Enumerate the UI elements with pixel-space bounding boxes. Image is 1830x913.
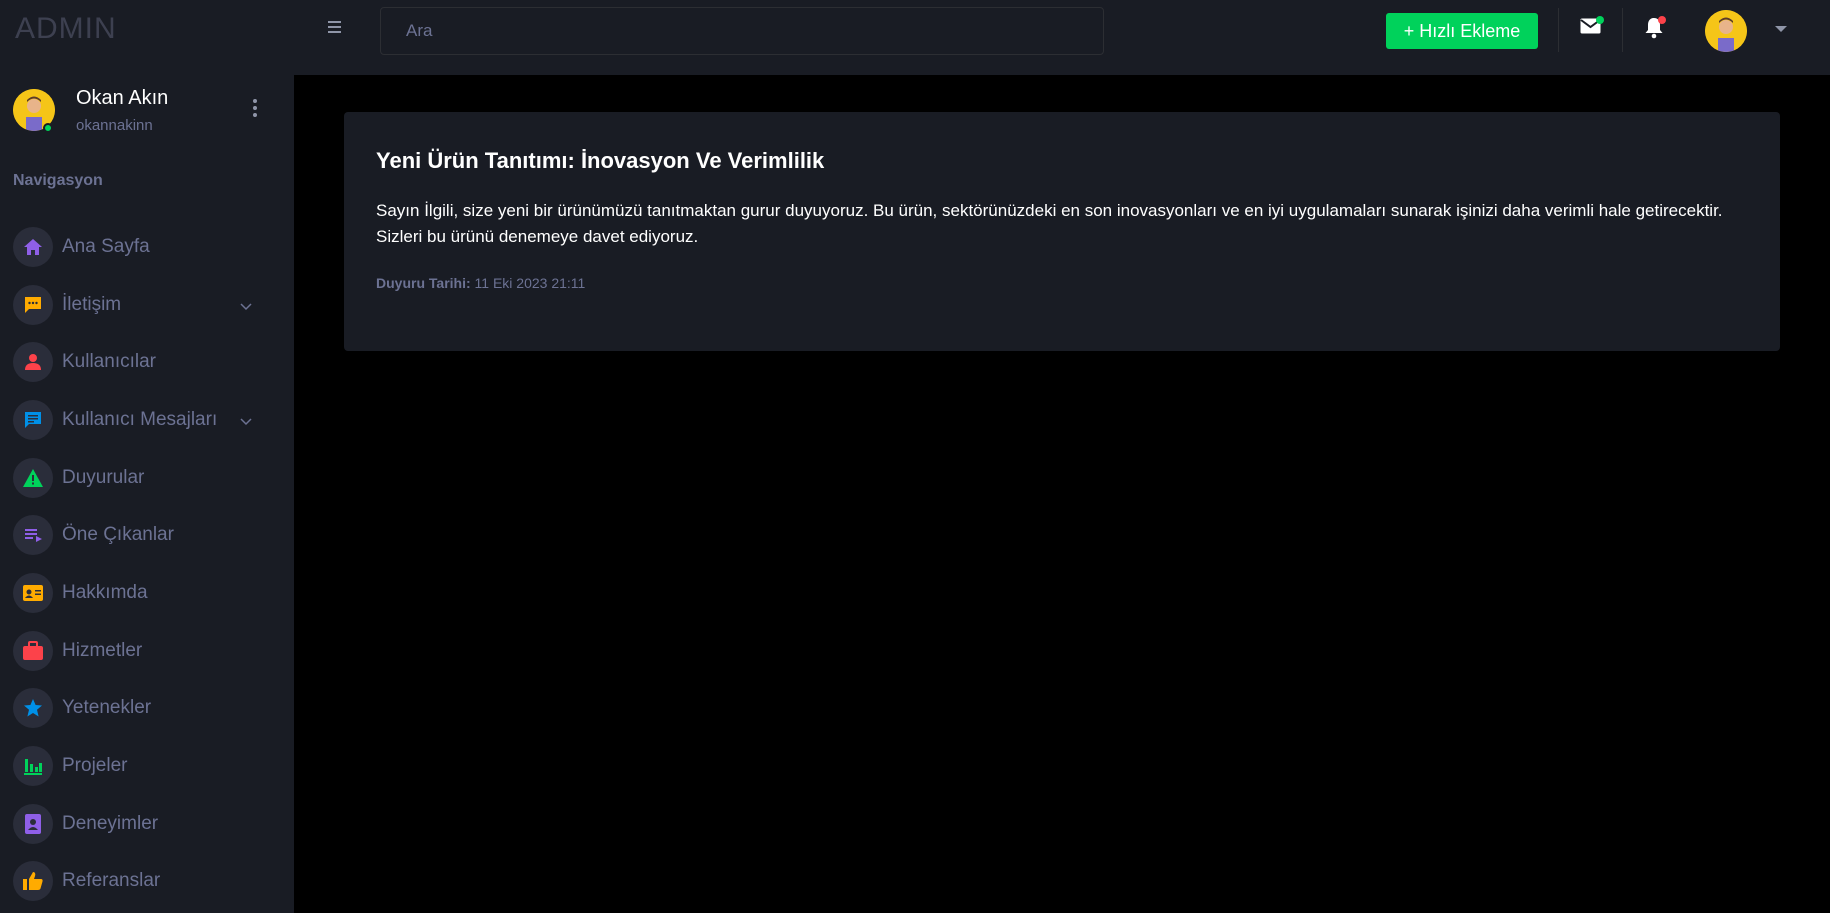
profile-name: Okan Akın xyxy=(76,87,169,109)
header-avatar[interactable] xyxy=(1705,10,1747,52)
bar-chart-icon xyxy=(13,746,53,787)
sidebar-item-duyurular[interactable]: Duyurular xyxy=(0,449,294,507)
sidebar-item-label: Hakkımda xyxy=(62,581,148,603)
divider xyxy=(1622,8,1623,52)
sidebar-item-label: Hizmetler xyxy=(62,639,143,661)
sidebar-item-hakkimda[interactable]: Hakkımda xyxy=(0,564,294,622)
id-card-icon xyxy=(13,572,53,613)
alert-icon xyxy=(13,457,53,498)
user-icon xyxy=(13,342,53,383)
message-icon xyxy=(13,399,53,440)
sidebar-item-label: Kullanıcı Mesajları xyxy=(62,408,218,430)
menu-toggle-icon[interactable] xyxy=(328,18,346,36)
sidebar-item-referanslar[interactable]: Referanslar xyxy=(0,853,294,911)
top-navbar: ADMIN + Hızlı Ekleme xyxy=(0,0,1830,75)
sidebar-item-label: Yetenekler xyxy=(62,697,152,719)
home-icon xyxy=(13,226,53,267)
announcement-date-value: 11 Eki 2023 21:11 xyxy=(474,275,586,291)
sidebar-item-projeler[interactable]: Projeler xyxy=(0,737,294,795)
sidebar-item-label: Referanslar xyxy=(62,870,161,892)
nav-section-title: Navigasyon xyxy=(13,172,103,189)
sidebar-item-deneyimler[interactable]: Deneyimler xyxy=(0,795,294,853)
mail-icon[interactable] xyxy=(1580,16,1604,39)
chat-icon xyxy=(13,284,53,325)
playlist-icon xyxy=(13,515,53,556)
sidebar-item-kullanici-mesajlari[interactable]: Kullanıcı Mesajları xyxy=(0,391,294,449)
contact-book-icon xyxy=(13,803,53,844)
sidebar-item-label: Duyurular xyxy=(62,466,145,488)
sidebar-item-iletisim[interactable]: İletişim xyxy=(0,276,294,334)
notification-dot xyxy=(1658,16,1666,24)
sidebar-item-label: Deneyimler xyxy=(62,812,159,834)
sidebar-item-label: Öne Çıkanlar xyxy=(62,524,174,546)
announcement-date: Duyuru Tarihi: 11 Eki 2023 21:11 xyxy=(376,275,585,291)
sidebar-item-label: Kullanıcılar xyxy=(62,351,156,373)
divider xyxy=(1558,8,1559,52)
sidebar-item-yetenekler[interactable]: Yetenekler xyxy=(0,680,294,738)
sidebar: Okan Akın okannakinn Navigasyon Ana Sayf… xyxy=(0,75,294,913)
chevron-down-icon[interactable] xyxy=(240,298,252,316)
profile-menu-icon[interactable] xyxy=(253,99,257,117)
nav-list: Ana Sayfa İletişim Kullanıcılar Kullanıc… xyxy=(0,218,294,910)
sidebar-item-ana-sayfa[interactable]: Ana Sayfa xyxy=(0,218,294,276)
sidebar-item-label: Ana Sayfa xyxy=(62,235,150,257)
sidebar-item-one-cikanlar[interactable]: Öne Çıkanlar xyxy=(0,506,294,564)
sidebar-item-hizmetler[interactable]: Hizmetler xyxy=(0,622,294,680)
briefcase-icon xyxy=(13,630,53,671)
online-status-dot xyxy=(43,123,53,133)
announcement-body: Sayın İlgili, size yeni bir ürünümüzü ta… xyxy=(376,201,1723,246)
announcement-date-label: Duyuru Tarihi: xyxy=(376,275,471,291)
profile-dropdown-icon[interactable] xyxy=(1775,26,1787,32)
profile-username: okannakinn xyxy=(76,117,153,134)
search-input[interactable] xyxy=(380,7,1104,55)
sidebar-item-label: İletişim xyxy=(62,293,122,315)
mail-status-dot xyxy=(1596,16,1604,24)
quick-add-button[interactable]: + Hızlı Ekleme xyxy=(1386,13,1538,49)
sidebar-item-kullanicilar[interactable]: Kullanıcılar xyxy=(0,333,294,391)
chevron-down-icon[interactable] xyxy=(240,413,252,431)
brand-logo[interactable]: ADMIN xyxy=(15,12,117,46)
star-icon xyxy=(13,688,53,729)
bell-icon[interactable] xyxy=(1644,16,1666,44)
announcement-title: Yeni Ürün Tanıtımı: İnovasyon Ve Verimli… xyxy=(376,148,825,173)
thumbs-up-icon xyxy=(13,861,53,902)
announcement-card: Yeni Ürün Tanıtımı: İnovasyon Ve Verimli… xyxy=(344,112,1780,351)
sidebar-item-label: Projeler xyxy=(62,755,128,777)
